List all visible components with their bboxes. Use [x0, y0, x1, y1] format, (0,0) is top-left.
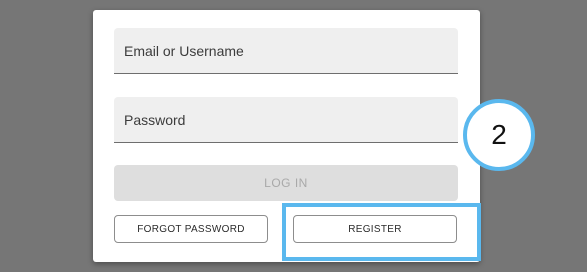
- email-field[interactable]: Email or Username: [114, 28, 458, 74]
- forgot-password-button[interactable]: FORGOT PASSWORD: [114, 215, 268, 243]
- register-highlight: [282, 203, 481, 261]
- password-placeholder: Password: [124, 112, 186, 128]
- password-field[interactable]: Password: [114, 97, 458, 143]
- login-button[interactable]: LOG IN: [114, 165, 458, 201]
- email-placeholder: Email or Username: [124, 43, 244, 59]
- step-number-badge: 2: [463, 99, 535, 171]
